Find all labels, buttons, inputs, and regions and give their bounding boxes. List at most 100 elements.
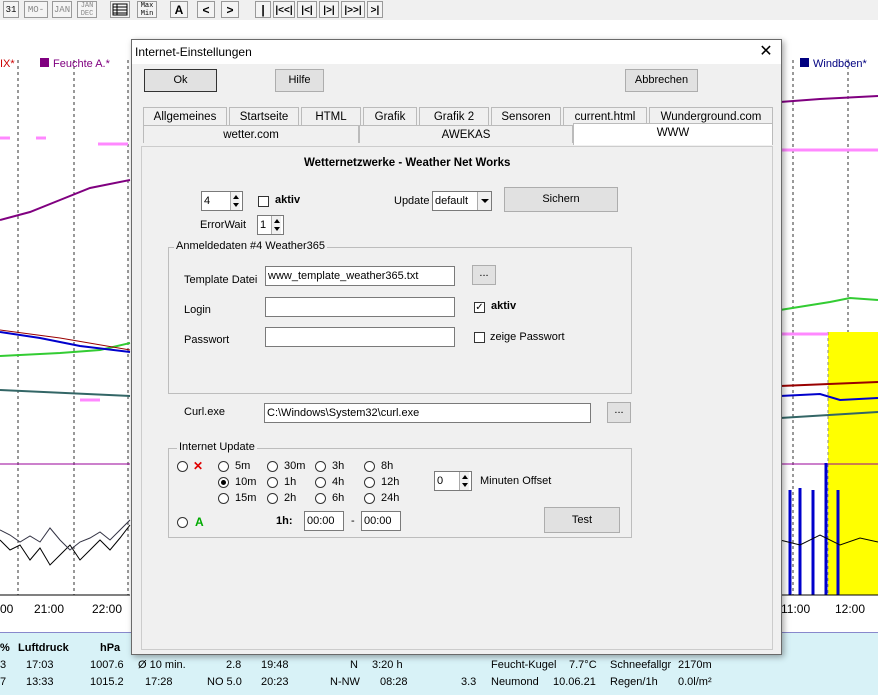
radio-interval-24h[interactable] xyxy=(364,493,375,504)
humidity-swatch xyxy=(40,58,49,67)
table-cell: Neumond xyxy=(491,676,539,688)
tab-grafik-2[interactable]: Grafik 2 xyxy=(419,107,489,125)
internet-settings-dialog: Internet-Einstellungen ✕ Ok Hilfe Abbrec… xyxy=(131,39,782,655)
table-view-button[interactable] xyxy=(110,1,130,18)
radio-interval-2h[interactable] xyxy=(267,493,278,504)
gust-swatch xyxy=(800,58,809,67)
test-button[interactable]: Test xyxy=(544,507,620,533)
table-cell: Schneefallgr xyxy=(610,659,672,671)
table-cell: 08:28 xyxy=(380,676,408,688)
login-aktiv-checkbox[interactable]: ✓ xyxy=(474,302,485,313)
show-password-label: zeige Passwort xyxy=(490,331,565,343)
table-cell: 13:33 xyxy=(26,676,54,688)
template-browse-button[interactable]: ... xyxy=(472,265,496,285)
radio-update-auto[interactable] xyxy=(177,517,188,528)
to-time-input[interactable]: 00:00 xyxy=(361,511,401,531)
table-header: hPa xyxy=(100,642,121,654)
template-file-input[interactable]: www_template_weather365.txt xyxy=(265,266,455,286)
curl-browse-button[interactable]: ... xyxy=(607,402,631,423)
prev-button[interactable]: < xyxy=(197,1,215,18)
auto-mark: A xyxy=(195,515,204,529)
sichern-button[interactable]: Sichern xyxy=(504,187,618,212)
radio-interval-3h[interactable] xyxy=(315,461,326,472)
table-cell: Regen/1h xyxy=(610,676,658,688)
radio-interval-6h[interactable] xyxy=(315,493,326,504)
separator-button[interactable]: | xyxy=(255,1,271,18)
close-icon[interactable]: ✕ xyxy=(756,42,776,62)
radio-interval-5m[interactable] xyxy=(218,461,229,472)
next-button[interactable]: > xyxy=(221,1,239,18)
interval-label: 4h xyxy=(332,476,345,488)
year-view-button[interactable]: JAN DEC xyxy=(77,1,97,18)
radio-interval-12h[interactable] xyxy=(364,477,375,488)
login-input[interactable] xyxy=(265,297,455,317)
from-time-input[interactable]: 00:00 xyxy=(304,511,344,531)
aktiv-label: aktiv xyxy=(275,194,301,206)
chevron-down-icon[interactable] xyxy=(477,192,491,210)
network-index-spinner[interactable]: 4 xyxy=(201,191,243,211)
first-button[interactable]: |<<| xyxy=(273,1,295,18)
table-cell: N xyxy=(350,659,358,671)
interval-label: 15m xyxy=(235,492,257,504)
interval-label: 1h xyxy=(284,476,297,488)
week-view-button[interactable]: MO-SU xyxy=(24,1,48,32)
time-label: 22:00 xyxy=(92,602,123,616)
tab-www[interactable]: WWW xyxy=(573,123,773,145)
tab-sensoren[interactable]: Sensoren xyxy=(491,107,561,125)
login-label: Login xyxy=(184,304,211,316)
internet-update-groupbox: Internet Update ✕ 5m 30m 3h 8h 10m 1h 4h… xyxy=(168,441,632,538)
template-label: Template Datei xyxy=(184,274,258,286)
radio-interval-30m[interactable] xyxy=(267,461,278,472)
cancel-button[interactable]: Abbrechen xyxy=(625,69,698,92)
radio-update-off[interactable] xyxy=(177,461,188,472)
radio-interval-4h[interactable] xyxy=(315,477,326,488)
update-select[interactable]: default xyxy=(432,191,492,211)
tab-awekas[interactable]: AWEKAS xyxy=(359,125,573,143)
time-label: 21:00 xyxy=(34,602,65,616)
tab-startseite[interactable]: Startseite xyxy=(229,107,299,125)
dialog-title: Internet-Einstellungen xyxy=(135,45,252,59)
tab-wetter-com[interactable]: wetter.com xyxy=(143,125,359,143)
table-cell: 2170m xyxy=(678,659,712,671)
day-view-button[interactable]: 31 xyxy=(3,1,19,18)
aktiv-checkbox[interactable] xyxy=(258,196,269,207)
table-cell: Ø 10 min. xyxy=(138,659,186,671)
spinner-arrows-icon[interactable] xyxy=(271,216,281,234)
minutes-offset-label: Minuten Offset xyxy=(480,475,552,487)
tab-allgemeines[interactable]: Allgemeines xyxy=(143,107,227,125)
table-cell: 10.06.21 xyxy=(553,676,596,688)
password-input[interactable] xyxy=(265,327,455,347)
table-cell: 19:48 xyxy=(261,659,289,671)
radio-interval-10m[interactable] xyxy=(218,477,229,488)
radio-interval-8h[interactable] xyxy=(364,461,375,472)
minutes-offset-spinner[interactable]: 0 xyxy=(434,471,472,491)
interval-label: 6h xyxy=(332,492,345,504)
ok-button[interactable]: Ok xyxy=(144,69,217,92)
spinner-arrows-icon[interactable] xyxy=(459,472,469,490)
show-password-checkbox[interactable] xyxy=(474,332,485,343)
table-cell: % xyxy=(0,642,10,654)
tab-html[interactable]: HTML xyxy=(301,107,361,125)
step-forward-button[interactable]: |>| xyxy=(319,1,339,18)
tab-grafik[interactable]: Grafik xyxy=(363,107,417,125)
help-button[interactable]: Hilfe xyxy=(275,69,324,92)
month-view-button[interactable]: JAN xyxy=(52,1,72,18)
interval-label: 12h xyxy=(381,476,400,488)
max-min-button[interactable]: Max Min xyxy=(137,1,157,18)
radio-interval-15m[interactable] xyxy=(218,493,229,504)
errorwait-spinner[interactable]: 1 xyxy=(257,215,284,235)
radio-interval-1h[interactable] xyxy=(267,477,278,488)
step-back-button[interactable]: |<| xyxy=(297,1,317,18)
interval-label: 3h xyxy=(332,460,345,472)
errorwait-label: ErrorWait xyxy=(200,219,247,231)
end-button[interactable]: >| xyxy=(367,1,383,18)
dialog-titlebar[interactable]: Internet-Einstellungen ✕ xyxy=(132,40,781,64)
font-button[interactable]: A xyxy=(170,1,188,18)
close-icon: ✕ xyxy=(193,459,204,473)
interval-label: 30m xyxy=(284,460,306,472)
password-label: Passwort xyxy=(184,334,230,346)
range-dash: - xyxy=(351,515,355,527)
spinner-arrows-icon[interactable] xyxy=(230,192,240,210)
curl-path-input[interactable]: C:\Windows\System32\curl.exe xyxy=(264,403,591,423)
last-button[interactable]: |>>| xyxy=(341,1,365,18)
